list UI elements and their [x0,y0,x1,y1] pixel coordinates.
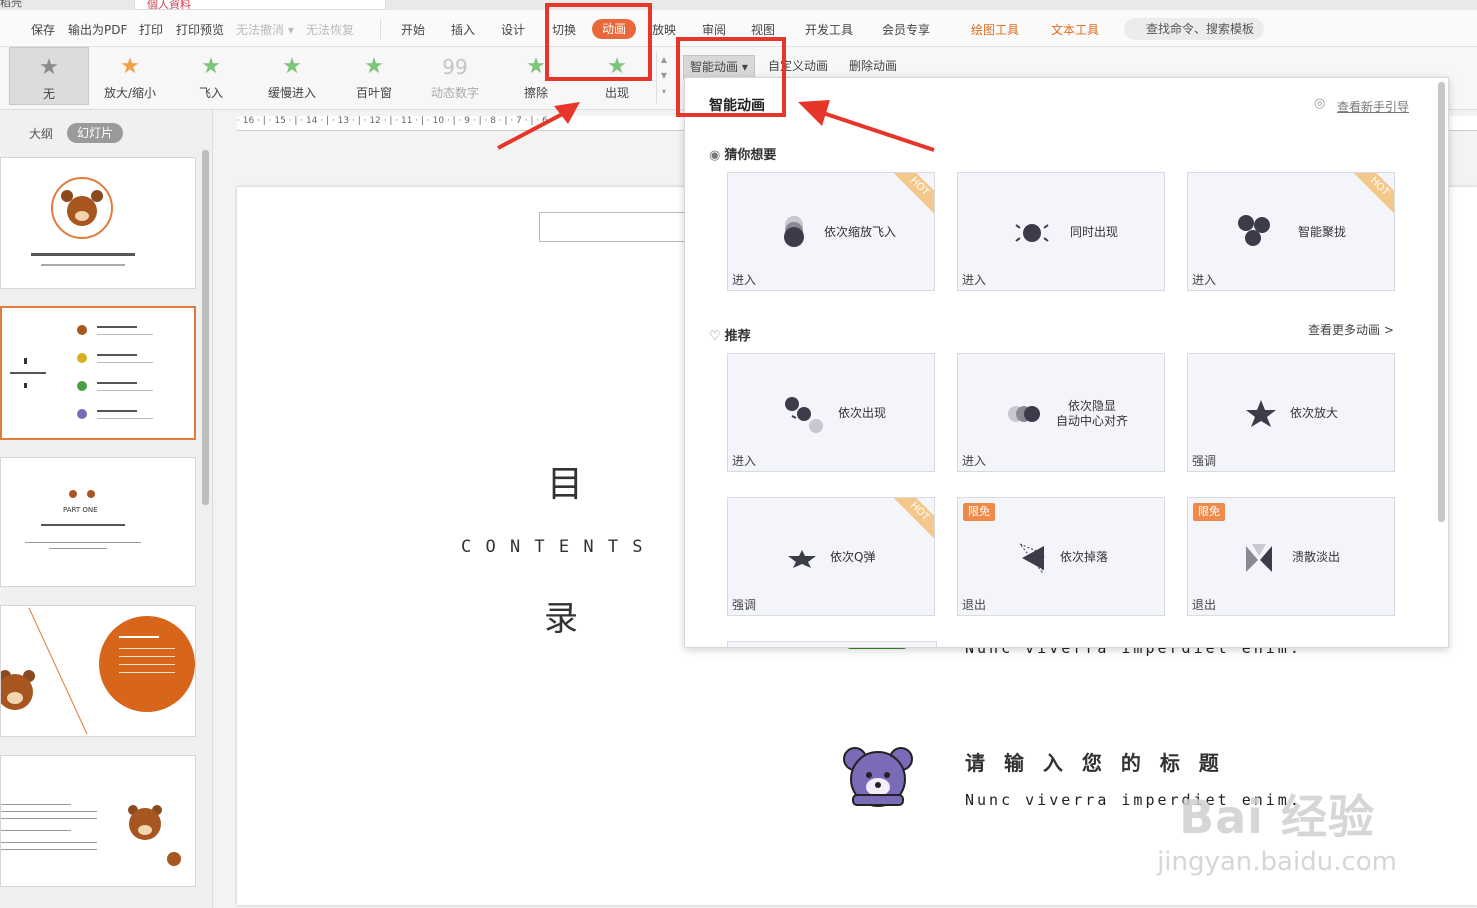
anim-flyin-item[interactable]: ★ 飞入 [171,47,251,105]
beginner-guide-link[interactable]: 查看新手引导 [1337,98,1409,115]
section-guess: ◉ 猜你想要 [709,148,777,163]
annotation-box-animation-tab [545,3,652,81]
annotation-arrow [497,102,580,150]
thumbnail-scrollbar[interactable] [202,150,209,505]
bear-orange-thumbnail [1,607,195,735]
hot-badge: HOT [890,173,934,216]
section-recommend: ♡ 推荐 [709,329,751,344]
stacked-dots-icon [784,216,804,247]
card-sequential-appear[interactable]: 依次出现 进入 [727,353,935,472]
card-sequential-drop[interactable]: 限免 依次掉落 退出 [957,497,1165,616]
heart-icon: ♡ [709,329,721,344]
contents-thumbnail [10,325,153,419]
card-sequential-zoom[interactable]: 依次放大 强调 [1187,353,1395,472]
annotation-box-smart-animation [676,37,786,117]
gallery-scroll-control[interactable]: ▲ ▼ ▾ [656,52,671,104]
star-icon: ★ [364,54,384,79]
sequence-dots-icon [785,397,823,433]
star-icon: ★ [120,54,140,79]
cluster-dots-icon [1238,215,1270,246]
lightbulb-icon: ◎ [1314,96,1326,111]
text-placeholder-box[interactable] [539,212,691,242]
separator [380,19,381,39]
falling-triangle-icon [1018,542,1045,574]
tab-developer[interactable]: 开发工具 [805,21,853,38]
scatter-triangle-icon [1246,544,1272,572]
print-preview-button[interactable]: 打印预览 [176,21,224,38]
slide-thumbnail-3[interactable]: PART ONE [0,457,196,587]
panel-scrollbar[interactable] [1438,82,1445,522]
star-icon [1246,400,1276,427]
star-icon: ★ [282,54,302,79]
item-title: 请 输 入 您 的 标 题 [965,751,1225,775]
tab-slideshow[interactable]: 放映 [652,21,676,38]
hot-badge: HOT [890,498,934,541]
command-search-box[interactable]: 查找命令、搜索模板 [1124,18,1264,40]
delete-animation-button[interactable]: 删除动画 [843,55,903,77]
tab-text-tools[interactable]: 文本工具 [1051,21,1099,38]
bear-text-thumbnail [1,804,181,866]
anim-blinds-item[interactable]: ★ 百叶窗 [334,47,414,105]
export-pdf-button[interactable]: 输出为PDF [68,21,127,38]
annotation-arrow [798,100,935,152]
slide-panel: 大纲 幻灯片 PART ONE [0,110,213,908]
tab-outline[interactable]: 大纲 [29,125,53,142]
burst-dot-icon [1015,224,1049,242]
tab-design[interactable]: 设计 [501,21,525,38]
star-icon: ★ [201,54,221,79]
contents-char-lu: 录 [544,599,578,639]
card-fade-center-align[interactable]: 依次隐显 自动中心对齐 进入 [957,353,1165,472]
anim-zoom-item[interactable]: ★ 放大/缩小 [90,47,170,105]
document-tab[interactable]: 個人資料 [134,0,386,10]
star-icon: ★ [39,55,59,80]
card-zoom-fly-in[interactable]: HOT 依次缩放飞入 进入 [727,172,935,291]
tab-view[interactable]: 视图 [751,21,775,38]
print-button[interactable]: 打印 [139,21,163,38]
eye-icon: ◉ [709,148,721,163]
bounce-star-icon [788,550,816,568]
bear-logo-icon [31,177,135,266]
card-sequential-bounce[interactable]: HOT 依次Q弹 强调 [727,497,935,616]
limited-free-badge: 限免 [1193,503,1225,521]
tab-slides[interactable]: 幻灯片 [67,123,123,143]
tab-start[interactable]: 开始 [401,21,425,38]
save-button[interactable]: 保存 [31,21,55,38]
contents-char-mu: 目 [547,464,584,505]
tab-insert[interactable]: 插入 [451,21,475,38]
more-animations-link[interactable]: 查看更多动画 > [1308,321,1394,338]
tab-drawing-tools[interactable]: 绘图工具 [971,21,1019,38]
redo-button[interactable]: 无法恢复 [306,21,354,38]
baidu-watermark: Bai 经验 jingyan.baidu.com [1157,790,1397,877]
docer-tab[interactable]: 稻壳 [0,0,120,9]
card-scatter-fade-out[interactable]: 限免 限免 溃散淡出 退出 [1187,497,1395,616]
card-partial [727,641,937,647]
anim-slow-in-item[interactable]: ★ 缓慢进入 [252,47,332,105]
fade-dots-icon [1008,406,1040,422]
bear-icon [843,747,913,807]
hot-badge: HOT [1350,173,1394,216]
contents-label: C O N T E N T S [461,537,645,557]
slide-thumbnail-1[interactable] [0,157,196,289]
part-one-thumbnail: PART ONE [25,490,141,549]
card-smart-gather[interactable]: HOT 智能聚拢 进入 [1187,172,1395,291]
slide-thumbnail-2[interactable] [0,306,196,440]
anim-none-item[interactable]: ★ 无 [9,47,89,105]
title-strip: 稻壳 個人資料 [0,0,1477,10]
tab-member[interactable]: 会员专享 [882,21,930,38]
smart-animation-panel: 智能动画 ◎ 查看新手引导 ◉ 猜你想要 ♡ 推荐 查看更多动画 > HOT 依次缩… [684,77,1449,648]
tab-review[interactable]: 审阅 [702,21,726,38]
limited-free-badge: 限免 [963,503,995,521]
slide-thumbnail-5[interactable] [0,755,196,887]
svg-text:PART ONE: PART ONE [63,506,98,514]
slide-thumbnail-4[interactable] [0,605,196,737]
card-appear-together[interactable]: 同时出现 进入 [957,172,1165,291]
undo-button[interactable]: 无法撤消 ▾ [236,21,294,38]
number-icon: 99 [442,55,468,79]
